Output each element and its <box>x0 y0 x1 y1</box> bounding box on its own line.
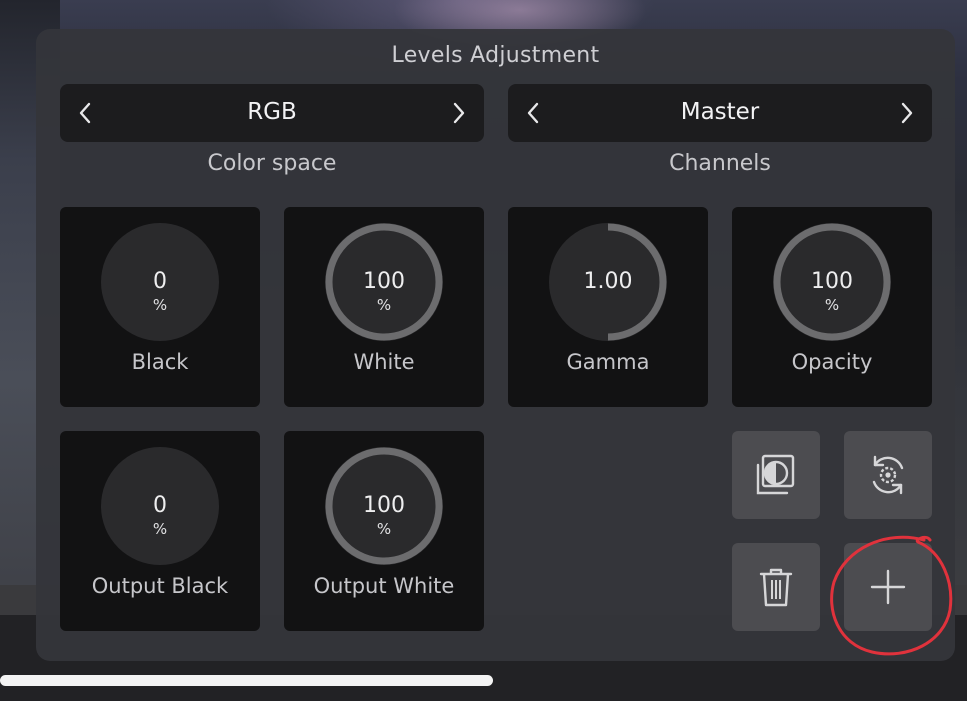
output-black-dial-tile[interactable]: 0 % Output Black <box>60 431 260 631</box>
add-adjustment-button[interactable] <box>844 543 932 631</box>
output-black-unit: % <box>152 520 168 538</box>
output-white-dial-tile[interactable]: 100 % Output White <box>284 431 484 631</box>
reset-settings-button[interactable] <box>844 431 932 519</box>
color-space-next-button[interactable] <box>444 98 474 128</box>
white-label: White <box>353 350 415 374</box>
plus-icon <box>870 569 906 605</box>
white-dial-tile[interactable]: 100 % White <box>284 207 484 407</box>
channels-next-button[interactable] <box>892 98 922 128</box>
panel-title: Levels Adjustment <box>391 43 600 68</box>
black-value: 0 <box>153 269 167 294</box>
layer-mask-button[interactable] <box>732 431 820 519</box>
layer-mask-icon <box>756 454 795 495</box>
progress-scrubber[interactable] <box>0 675 493 686</box>
reset-gear-icon <box>872 455 904 495</box>
output-white-value: 100 <box>363 493 405 518</box>
delete-button[interactable] <box>732 543 820 631</box>
black-dial-tile[interactable]: 0 % Black <box>60 207 260 407</box>
channels-caption: Channels <box>669 151 771 176</box>
opacity-value: 100 <box>811 269 853 294</box>
black-unit: % <box>152 296 168 314</box>
opacity-label: Opacity <box>791 350 873 374</box>
gamma-value: 1.00 <box>583 269 633 294</box>
levels-adjustment-panel: Levels Adjustment RGB Color space Master… <box>36 29 955 661</box>
output-black-label: Output Black <box>91 574 229 598</box>
output-black-value: 0 <box>153 493 167 518</box>
output-white-label: Output White <box>313 574 455 598</box>
color-space-caption: Color space <box>207 151 337 176</box>
white-unit: % <box>376 296 392 314</box>
gamma-label: Gamma <box>566 350 650 374</box>
opacity-unit: % <box>824 296 840 314</box>
opacity-dial-tile[interactable]: 100 % Opacity <box>732 207 932 407</box>
chevron-right-icon <box>901 102 913 124</box>
chevron-right-icon <box>453 102 465 124</box>
color-space-selector[interactable]: RGB <box>60 84 484 142</box>
channels-value: Master <box>680 99 760 125</box>
channels-selector[interactable]: Master <box>508 84 932 142</box>
black-label: Black <box>131 350 189 374</box>
output-white-unit: % <box>376 520 392 538</box>
trash-icon <box>759 568 793 607</box>
white-value: 100 <box>363 269 405 294</box>
color-space-value: RGB <box>247 99 297 125</box>
gamma-dial-tile[interactable]: 1.00 Gamma <box>508 207 708 407</box>
